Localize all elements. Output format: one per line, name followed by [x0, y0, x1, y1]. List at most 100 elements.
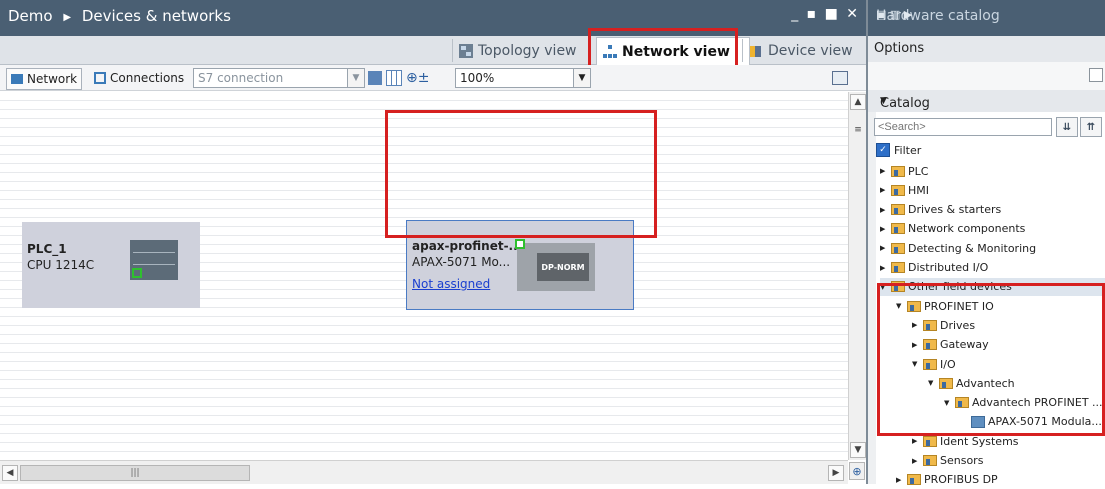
plc-port-icon[interactable] [132, 268, 142, 278]
chevron-right-icon[interactable]: ▶ [912, 321, 920, 329]
tab-device-view[interactable]: Device view [742, 39, 875, 62]
scroll-right-icon[interactable]: ▶ [828, 465, 844, 481]
filter-checkbox[interactable]: ✓ Filter [876, 143, 921, 157]
chevron-down-icon[interactable]: ▼ [944, 399, 952, 407]
network-button[interactable]: Network [6, 68, 83, 90]
tab-network-view[interactable]: Network view [596, 37, 750, 66]
chevron-right-icon[interactable]: ▶ [880, 244, 888, 252]
catalog-item-label: APAX-5071 Modula... [988, 415, 1102, 429]
zoom-select[interactable]: 100% ▼ [455, 68, 591, 88]
catalog-tree-item[interactable]: ▼ Advantech PROFINET ... [944, 394, 1103, 412]
folder-icon [907, 300, 921, 312]
window-controls[interactable]: _ ▪ ■ ✕ [791, 6, 860, 22]
catalog-header[interactable]: ▼ Catalog [868, 90, 1105, 112]
catalog-tree-item[interactable]: ▼ Advantech [928, 374, 1015, 392]
chevron-right-icon[interactable]: ▶ [880, 186, 888, 194]
chevron-down-icon[interactable]: ▼ [896, 302, 904, 310]
catalog-tree-item[interactable]: ▶ Sensors [912, 452, 983, 470]
chevron-right-icon[interactable]: ▶ [912, 457, 920, 465]
apax-device[interactable]: apax-profinet-... APAX-5071 Mo... Not as… [406, 220, 634, 310]
overview-icon[interactable] [832, 68, 848, 88]
breadcrumb-project[interactable]: Demo [8, 7, 53, 25]
catalog-tree-item[interactable]: ▶ PLC [880, 162, 928, 180]
tab-network-label: Network view [622, 44, 730, 60]
catalog-tree-item[interactable]: ▶ Network components [880, 220, 1025, 238]
collapse-icon[interactable]: ≡ [850, 122, 866, 138]
scroll-thumb[interactable]: ||| [20, 465, 250, 481]
folder-icon [923, 358, 937, 370]
search-up-icon[interactable]: ⇈ [1080, 117, 1102, 137]
dp-norm-label: DP-NORM [537, 253, 589, 281]
catalog-tree-item[interactable]: ▶ PROFIBUS DP [896, 471, 998, 489]
connections-icon [94, 72, 106, 84]
catalog-item-label: PROFIBUS DP [924, 473, 998, 487]
catalog-tree-item[interactable]: ▶ Drives & starters [880, 201, 1001, 219]
view-tabs: Topology view Network view Device view [0, 36, 866, 66]
catalog-tree-item[interactable]: ▶ Drives [912, 316, 975, 334]
folder-icon [923, 455, 937, 466]
chevron-down-icon[interactable]: ▼ [912, 360, 920, 368]
chevron-right-icon[interactable]: ▶ [880, 264, 888, 272]
scroll-down-icon[interactable]: ▼ [850, 442, 866, 458]
catalog-tree-item[interactable]: ▶ Ident Systems [912, 432, 1019, 450]
scroll-left-icon[interactable]: ◀ [2, 465, 18, 481]
catalog-item-label: I/O [940, 357, 956, 371]
catalog-item-label: Ident Systems [940, 434, 1019, 448]
module-icon [971, 415, 985, 428]
chevron-down-icon[interactable]: ▼ [347, 69, 364, 87]
apax-name: apax-profinet-... [412, 239, 523, 253]
catalog-search-input[interactable] [874, 118, 1052, 136]
catalog-tree-item[interactable]: ▼ Other field devices [880, 277, 1105, 296]
catalog-tree-item[interactable]: ▼ PROFINET IO [896, 297, 994, 315]
chevron-right-icon[interactable]: ▶ [896, 476, 904, 484]
network-canvas[interactable]: PLC_1 CPU 1214C apax-profinet-... APAX-5… [0, 92, 848, 460]
catalog-item-label: Advantech [956, 376, 1015, 390]
chevron-down-icon[interactable]: ▼ [880, 283, 888, 291]
catalog-tree-item[interactable]: ▶ Detecting & Monitoring [880, 239, 1036, 257]
folder-icon [891, 165, 905, 177]
zoom-icon[interactable]: ⊕± [406, 70, 429, 86]
navigator-icon[interactable]: ⊕ [849, 462, 865, 480]
connections-label: Connections [110, 71, 185, 85]
folder-icon [955, 397, 969, 409]
scroll-up-icon[interactable]: ▲ [850, 94, 866, 110]
chevron-right-icon[interactable]: ▶ [880, 167, 888, 175]
options-toggle-icon[interactable] [1089, 68, 1103, 82]
connections-button[interactable]: Connections [94, 68, 184, 88]
tab-topology-view[interactable]: Topology view [452, 39, 595, 62]
breadcrumb: Demo ▶ Devices & networks [8, 7, 231, 25]
device-icon [749, 44, 763, 58]
breadcrumb-devices-networks[interactable]: Devices & networks [82, 7, 231, 25]
network-mode-icon [11, 74, 23, 84]
panel-controls-icon[interactable]: ▣ ▥ ▶ [876, 8, 1099, 21]
folder-icon [891, 262, 905, 273]
catalog-tree-item[interactable]: ▶ Gateway [912, 336, 989, 354]
chevron-right-icon[interactable]: ▶ [912, 341, 920, 349]
grid-icon[interactable] [386, 70, 402, 86]
catalog-module-item[interactable]: APAX-5071 Modula... [960, 413, 1102, 431]
apax-port-icon[interactable] [515, 239, 525, 249]
vertical-scrollbar[interactable]: ▲ ≡ ▼ [848, 92, 866, 460]
folder-icon [891, 242, 905, 254]
folder-icon [891, 204, 905, 216]
connection-type-select[interactable]: S7 connection ▼ [193, 68, 365, 88]
chevron-right-icon[interactable]: ▶ [912, 437, 920, 445]
catalog-tree-item[interactable]: ▼ I/O [912, 355, 956, 373]
options-header[interactable]: Options [868, 36, 1105, 62]
horizontal-scrollbar[interactable]: ◀ ||| ▶ [0, 460, 848, 484]
breadcrumb-separator-icon: ▶ [63, 12, 72, 23]
chevron-right-icon[interactable]: ▶ [880, 206, 888, 214]
options-label: Options [874, 41, 925, 56]
chevron-down-icon[interactable]: ▼ [928, 379, 936, 387]
search-down-icon[interactable]: ⇊ [1056, 117, 1078, 137]
catalog-tree-item[interactable]: ▶ HMI [880, 181, 929, 199]
tab-topology-label: Topology view [478, 42, 577, 59]
catalog-item-label: Drives [940, 318, 976, 332]
not-assigned-link[interactable]: Not assigned [412, 277, 490, 291]
chevron-down-icon[interactable]: ▼ [573, 69, 590, 87]
catalog-item-label: HMI [908, 183, 930, 197]
highlight-connections-icon[interactable] [368, 71, 382, 85]
catalog-tree-item[interactable]: ▶ Distributed I/O [880, 259, 988, 277]
chevron-right-icon[interactable]: ▶ [880, 225, 888, 233]
plc-device[interactable]: PLC_1 CPU 1214C [22, 222, 200, 308]
